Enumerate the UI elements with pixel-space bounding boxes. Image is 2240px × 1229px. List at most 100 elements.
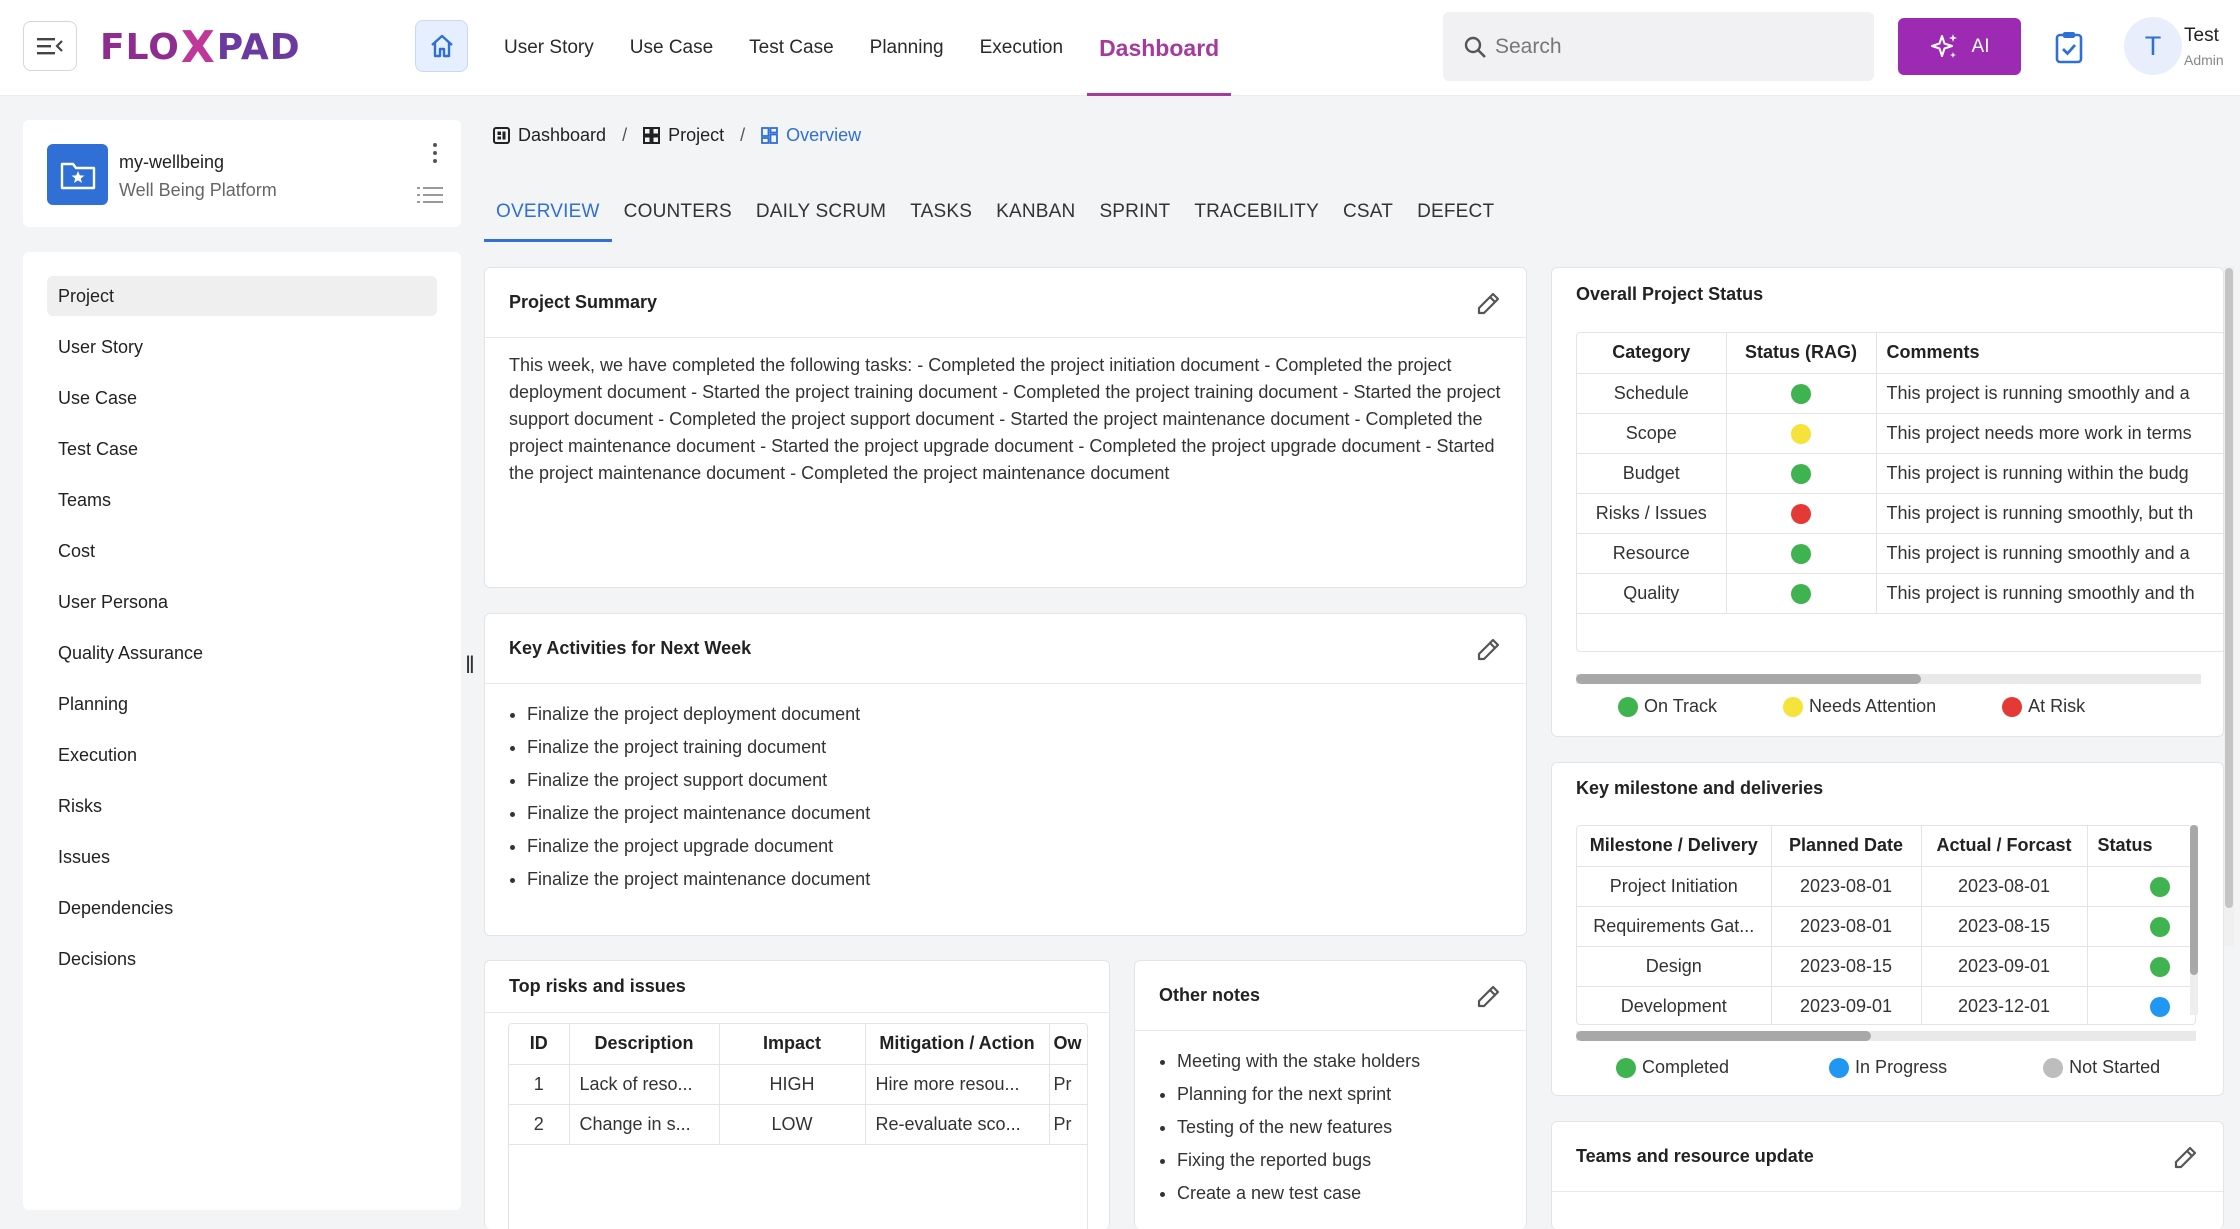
nav-user-story[interactable]: User Story — [504, 0, 594, 96]
status-dot — [2149, 916, 2170, 937]
list-item: Meeting with the stake holders — [1177, 1045, 1502, 1078]
tab-defect[interactable]: DEFECT — [1405, 182, 1506, 242]
key-activities-title: Key Activities for Next Week — [485, 614, 1526, 684]
menu-toggle-button[interactable] — [23, 21, 77, 71]
table-row[interactable]: 2 Change in s... LOW Re-evaluate sco... … — [509, 1104, 1087, 1145]
sidebar-item-teams[interactable]: Teams — [47, 480, 437, 520]
project-name: my-wellbeing — [119, 152, 225, 172]
user-name: Test — [2184, 25, 2219, 46]
overview-icon — [761, 127, 779, 144]
list-item: Finalize the project maintenance documen… — [527, 863, 1502, 896]
sidebar-resize-handle[interactable]: ‖ — [465, 652, 475, 680]
sidebar-item-quality-assurance[interactable]: Quality Assurance — [47, 633, 437, 673]
breadcrumb-dashboard[interactable]: Dashboard — [493, 125, 606, 146]
table-row[interactable]: Resource This project is running smoothly… — [1577, 533, 2223, 574]
legend-dot — [1618, 696, 1638, 717]
table-row[interactable]: Requirements Gat... 2023-08-01 2023-08-15 — [1577, 906, 2195, 947]
table-row[interactable]: Development 2023-09-01 2023-12-01 — [1577, 986, 2195, 1024]
nav-planning[interactable]: Planning — [870, 0, 944, 96]
horizontal-scrollbar[interactable] — [1576, 1031, 2196, 1041]
list-item: Finalize the project upgrade document — [527, 830, 1502, 863]
dashboard-icon — [493, 127, 510, 144]
column-header[interactable]: Impact — [719, 1024, 866, 1065]
column-header[interactable]: Status — [2087, 826, 2195, 867]
sidebar-item-project[interactable]: Project — [47, 276, 437, 316]
grid-icon — [643, 127, 661, 144]
column-header[interactable]: Description — [569, 1024, 720, 1065]
other-notes-list: Meeting with the stake holders Planning … — [1135, 1031, 1526, 1210]
tab-kanban[interactable]: KANBAN — [984, 182, 1087, 242]
breadcrumb-project[interactable]: Project — [643, 125, 724, 146]
horizontal-scrollbar[interactable] — [1576, 674, 2201, 684]
sidebar-item-decisions[interactable]: Decisions — [47, 939, 437, 979]
top-risks-card: Top risks and issues ID Description Impa… — [484, 960, 1110, 1229]
sidebar-item-execution[interactable]: Execution — [47, 735, 437, 775]
edit-icon[interactable] — [2173, 1144, 2199, 1170]
list-item: Planning for the next sprint — [1177, 1078, 1502, 1111]
table-row[interactable]: 1 Lack of reso... HIGH Hire more resou..… — [509, 1064, 1087, 1105]
tab-csat[interactable]: CSAT — [1331, 182, 1405, 242]
more-options-icon[interactable] — [423, 138, 447, 168]
tab-tasks[interactable]: TASKS — [898, 182, 984, 242]
home-button[interactable] — [415, 20, 468, 72]
tab-overview[interactable]: OVERVIEW — [484, 182, 612, 242]
breadcrumb-overview[interactable]: Overview — [761, 125, 861, 146]
table-row[interactable]: Quality This project is running smoothly … — [1577, 573, 2223, 614]
column-header[interactable]: Actual / Forcast — [1921, 826, 2088, 867]
table-row[interactable]: Budget This project is running within the… — [1577, 453, 2223, 494]
milestones-card: Key milestone and deliveries Milestone /… — [1551, 762, 2224, 1096]
risks-table: ID Description Impact Mitigation / Actio… — [508, 1023, 1088, 1229]
sidebar-item-risks[interactable]: Risks — [47, 786, 437, 826]
sidebar-item-dependencies[interactable]: Dependencies — [47, 888, 437, 928]
legend-item: Not Started — [2043, 1057, 2160, 1078]
page-scrollbar[interactable] — [2224, 266, 2234, 946]
status-dot — [1791, 583, 1811, 604]
floxpad-logo: FLO X PAD — [100, 21, 301, 73]
tab-tracebility[interactable]: TRACEBILITY — [1182, 182, 1331, 242]
nav-dashboard[interactable]: Dashboard — [1087, 0, 1232, 96]
clipboard-check-icon[interactable] — [2053, 30, 2085, 64]
column-header[interactable]: ID — [509, 1024, 570, 1065]
sidebar-item-use-case[interactable]: Use Case — [47, 378, 437, 418]
status-dot — [1791, 383, 1811, 404]
list-icon[interactable] — [417, 186, 443, 204]
nav-test-case[interactable]: Test Case — [749, 0, 833, 96]
table-row[interactable]: Risks / Issues This project is running sm… — [1577, 493, 2223, 534]
column-header[interactable]: Milestone / Delivery — [1577, 826, 1772, 867]
sidebar-item-planning[interactable]: Planning — [47, 684, 437, 724]
edit-icon[interactable] — [1476, 290, 1502, 316]
sidebar-item-issues[interactable]: Issues — [47, 837, 437, 877]
user-avatar[interactable]: T — [2124, 17, 2182, 75]
table-row[interactable]: Scope This project needs more work in ter… — [1577, 413, 2223, 454]
table-row[interactable]: Design 2023-08-15 2023-09-01 — [1577, 946, 2195, 987]
column-header[interactable]: Planned Date — [1771, 826, 1922, 867]
legend-item: On Track — [1618, 696, 1717, 717]
column-header[interactable]: Mitigation / Action — [865, 1024, 1050, 1065]
ai-button[interactable]: AI — [1898, 18, 2021, 75]
search-box[interactable] — [1443, 12, 1874, 81]
table-row[interactable]: Project Initiation 2023-08-01 2023-08-01 — [1577, 866, 2195, 907]
nav-execution[interactable]: Execution — [980, 0, 1063, 96]
sidebar-item-user-persona[interactable]: User Persona — [47, 582, 437, 622]
overview-tabs: OVERVIEW COUNTERS DAILY SCRUM TASKS KANB… — [484, 182, 1506, 242]
teams-title: Teams and resource update — [1552, 1122, 2223, 1192]
edit-icon[interactable] — [1476, 636, 1502, 662]
edit-icon[interactable] — [1476, 983, 1502, 1009]
vertical-scrollbar[interactable] — [2190, 825, 2198, 1015]
other-notes-card: Other notes Meeting with the stake holde… — [1134, 960, 1527, 1229]
sidebar-item-user-story[interactable]: User Story — [47, 327, 437, 367]
column-header[interactable]: Status (RAG) — [1726, 333, 1877, 374]
status-dot — [1791, 423, 1811, 444]
column-header[interactable]: Ow — [1049, 1024, 1087, 1065]
tab-daily-scrum[interactable]: DAILY SCRUM — [744, 182, 898, 242]
sidebar-item-test-case[interactable]: Test Case — [47, 429, 437, 469]
tab-sprint[interactable]: SPRINT — [1087, 182, 1182, 242]
table-row[interactable]: Schedule This project is running smoothly… — [1577, 373, 2223, 414]
tab-counters[interactable]: COUNTERS — [612, 182, 744, 242]
search-input[interactable] — [1495, 34, 1855, 59]
column-header[interactable]: Category — [1577, 333, 1727, 374]
nav-use-case[interactable]: Use Case — [630, 0, 713, 96]
column-header[interactable]: Comments — [1876, 333, 2223, 374]
sidebar-item-cost[interactable]: Cost — [47, 531, 437, 571]
sparkle-icon — [1930, 33, 1957, 58]
